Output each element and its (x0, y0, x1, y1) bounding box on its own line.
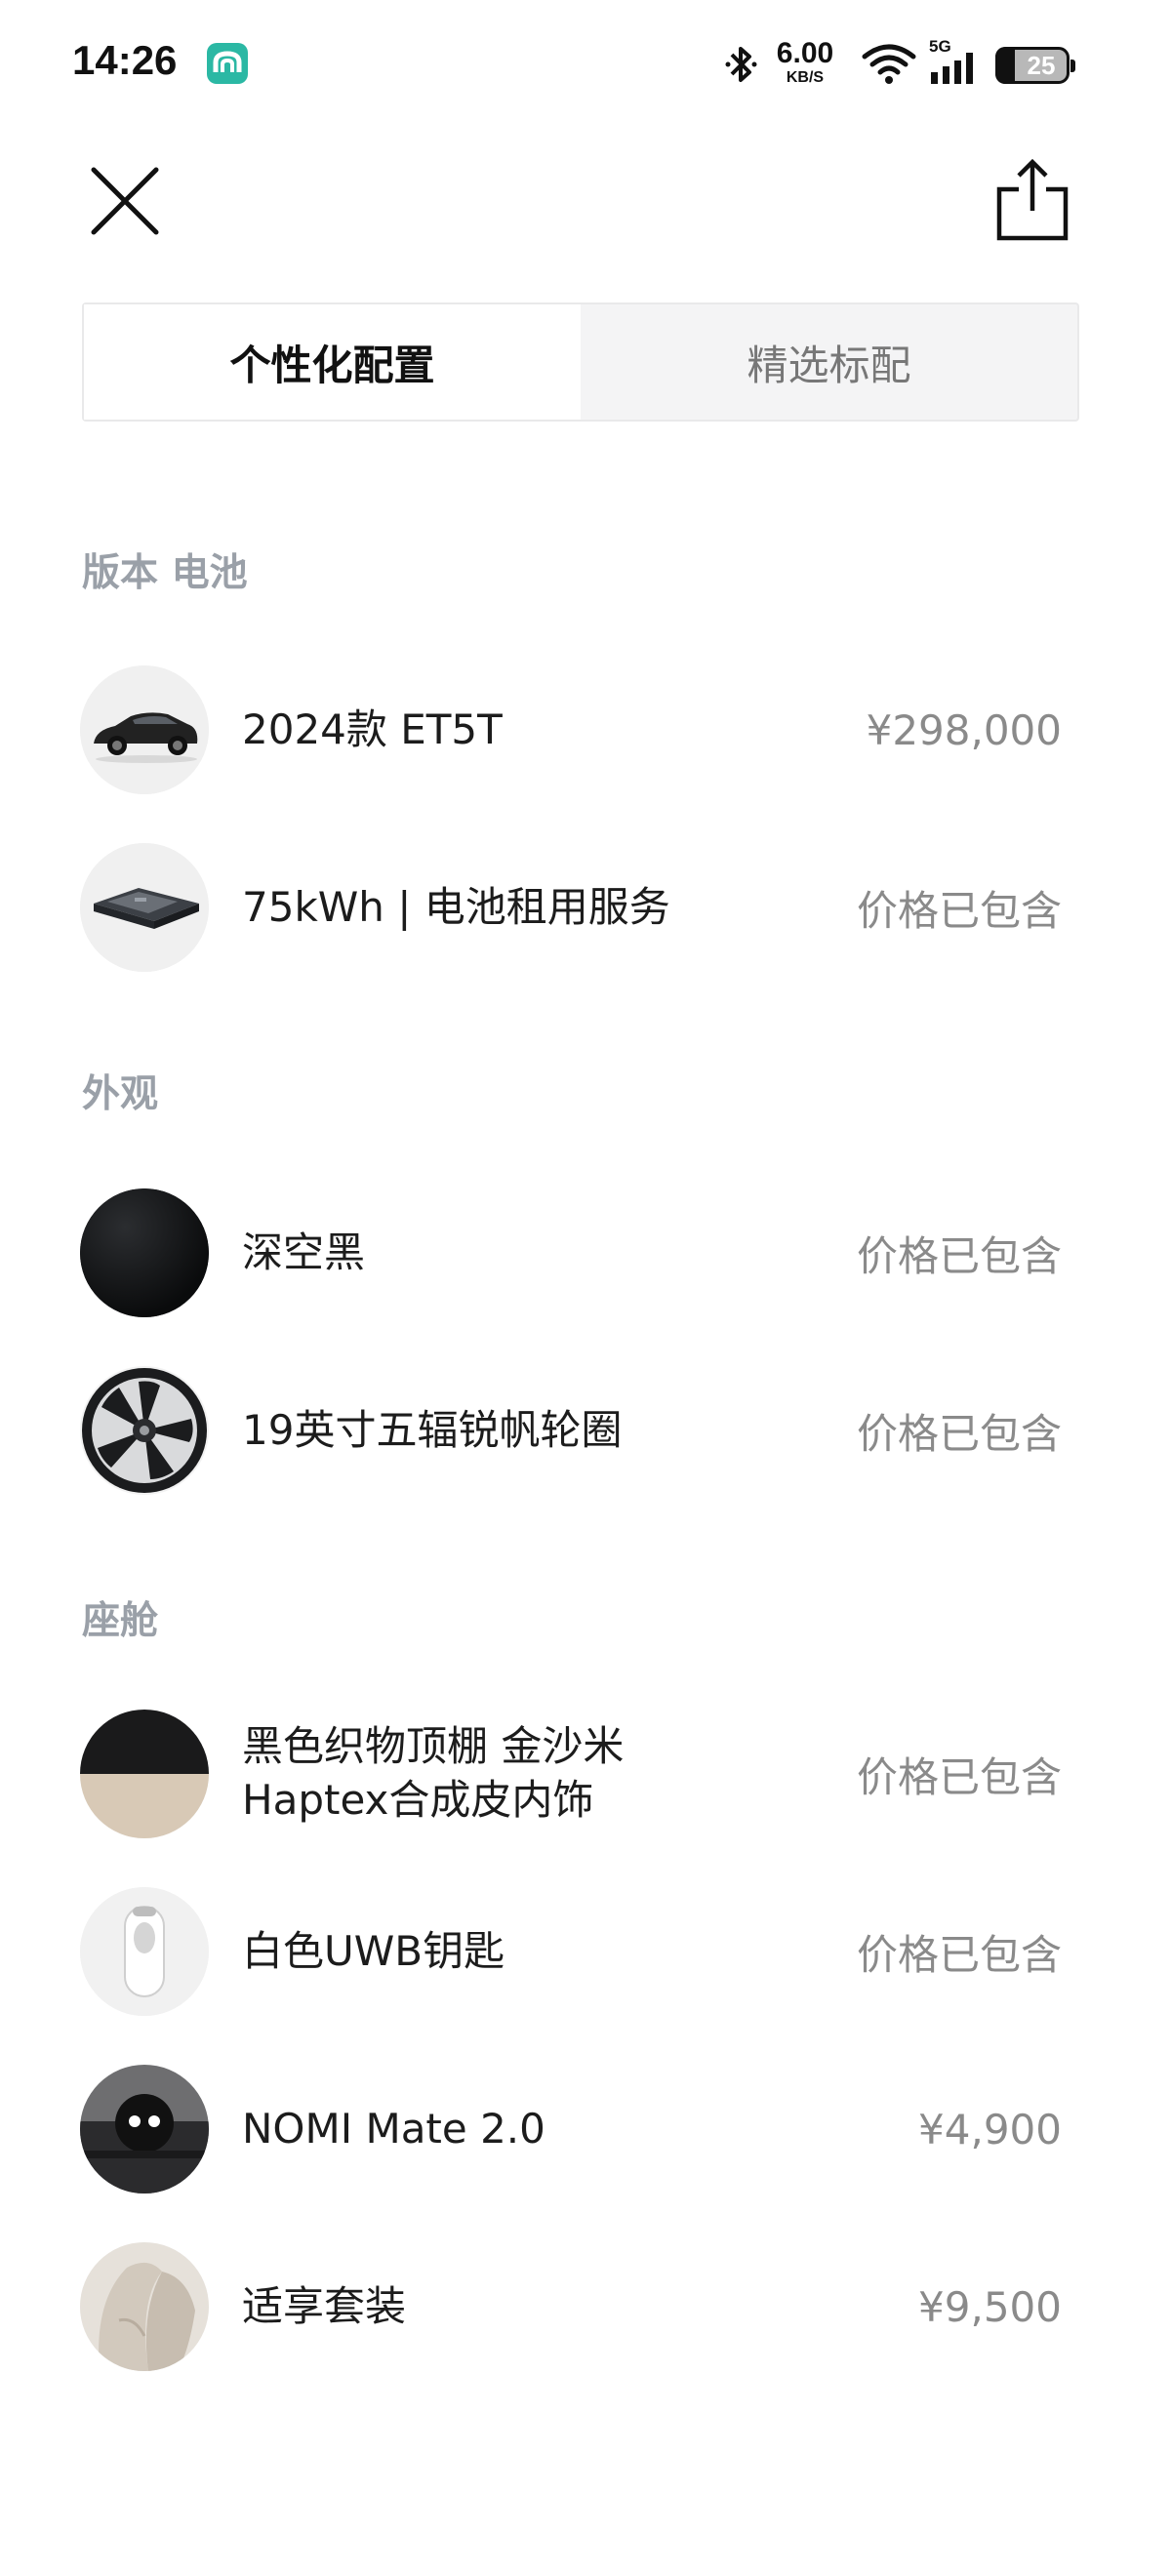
app-notification-icon (207, 43, 248, 84)
item-price: ¥298,000 (866, 705, 1062, 754)
uwb-key-thumbnail (80, 1887, 209, 2016)
network-speed: 6.00 KB/S (771, 39, 839, 86)
share-icon (996, 158, 1069, 241)
interior-color-swatch (80, 1710, 209, 1838)
item-price: 价格已包含 (856, 1752, 1062, 1801)
battery-level: 25 (1027, 51, 1056, 80)
network-speed-value: 6.00 (776, 37, 834, 69)
section-title-exterior: 外观 (82, 1072, 159, 1116)
close-button[interactable] (88, 164, 162, 238)
config-tabs: 个性化配置 精选标配 (82, 302, 1079, 422)
section-title-cabin: 座舱 (82, 1599, 159, 1643)
tab-personalized-config[interactable]: 个性化配置 (84, 304, 581, 420)
status-bar: 14:26 6.00 KB/S 5G 25 (0, 0, 1171, 127)
battery-pack-thumbnail (80, 843, 209, 972)
list-item-nomi-mate[interactable]: NOMI Mate 2.0 ¥4,900 (0, 2065, 1171, 2201)
item-label: 白色UWB钥匙 (242, 1926, 505, 1975)
section-title-version: 版本 电池 (82, 551, 248, 595)
item-price: 价格已包含 (856, 886, 1062, 935)
network-speed-unit: KB/S (786, 69, 825, 86)
battery-icon: 25 (995, 47, 1075, 84)
paint-color-swatch (80, 1188, 209, 1317)
nomi-mate-thumbnail (80, 2065, 209, 2194)
status-time: 14:26 (72, 37, 178, 83)
car-thumbnail (80, 665, 209, 794)
share-button[interactable] (991, 156, 1073, 244)
close-icon (91, 167, 159, 235)
item-label: 深空黑 (242, 1228, 366, 1276)
list-item-battery[interactable]: 75kWh | 电池租用服务 价格已包含 (0, 843, 1171, 980)
comfort-package-thumbnail (80, 2242, 209, 2371)
item-label: 75kWh | 电池租用服务 (242, 882, 670, 931)
item-price: 价格已包含 (856, 1231, 1062, 1280)
item-label: 适享套装 (242, 2281, 407, 2330)
list-item-exterior-color[interactable]: 深空黑 价格已包含 (0, 1188, 1171, 1325)
signal-icon: 5G (929, 37, 984, 86)
item-label: 19英寸五辐锐帆轮圈 (242, 1405, 623, 1454)
list-item-comfort-package[interactable]: 适享套装 ¥9,500 (0, 2242, 1171, 2379)
item-label: 黑色织物顶棚 金沙米 Haptex合成皮内饰 (242, 1722, 625, 1824)
list-item-interior[interactable]: 黑色织物顶棚 金沙米 Haptex合成皮内饰 价格已包含 (0, 1710, 1171, 1846)
item-price: ¥4,900 (918, 2105, 1062, 2153)
tab-standard-config[interactable]: 精选标配 (581, 304, 1077, 420)
bluetooth-icon (725, 47, 757, 82)
item-price: 价格已包含 (856, 1409, 1062, 1458)
wheel-thumbnail (80, 1366, 209, 1495)
list-item-wheels[interactable]: 19英寸五辐锐帆轮圈 价格已包含 (0, 1366, 1171, 1503)
item-price: 价格已包含 (856, 1930, 1062, 1979)
item-label: 2024款 ET5T (242, 704, 503, 753)
wifi-icon (862, 44, 916, 84)
item-label: NOMI Mate 2.0 (242, 2104, 545, 2153)
status-icons: 6.00 KB/S 5G 25 (724, 37, 1085, 92)
list-item-version[interactable]: 2024款 ET5T ¥298,000 (0, 665, 1171, 802)
item-price: ¥9,500 (918, 2282, 1062, 2331)
list-item-uwb-key[interactable]: 白色UWB钥匙 价格已包含 (0, 1887, 1171, 2024)
